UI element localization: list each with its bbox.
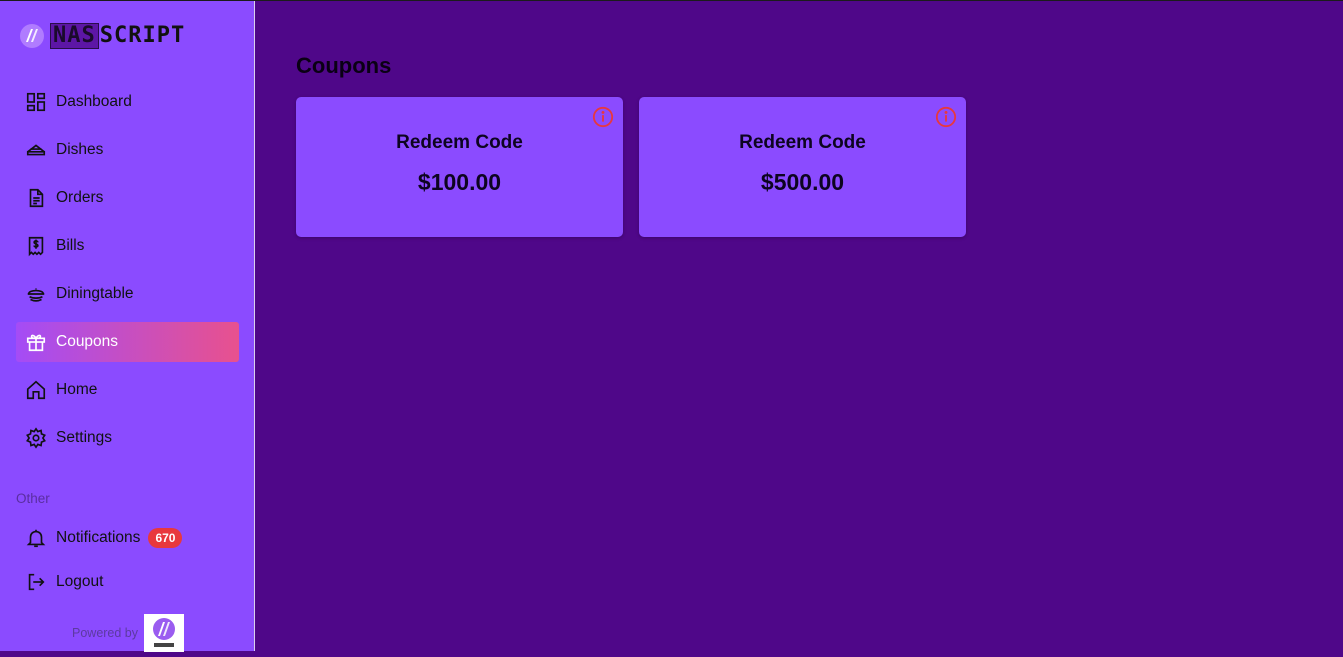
table-icon: [24, 282, 48, 306]
info-icon[interactable]: [592, 106, 614, 128]
sidebar-item-settings[interactable]: Settings: [16, 418, 239, 458]
sidebar-item-label: Notifications: [56, 529, 141, 546]
powered-by-logo: [144, 614, 184, 652]
notification-count-badge: 670: [148, 528, 183, 548]
sidebar-item-coupons[interactable]: Coupons: [16, 322, 239, 362]
home-icon: [24, 378, 48, 402]
sidebar-item-label: Orders: [56, 189, 104, 206]
brand-name-part1: NAS: [50, 23, 99, 49]
sidebar-item-notifications[interactable]: Notifications 670: [16, 518, 239, 558]
brand-mark-icon: [153, 618, 175, 647]
sidebar-item-label: Settings: [56, 429, 113, 446]
gear-icon: [24, 426, 48, 450]
brand-name-part2: SCRIPT: [99, 23, 186, 48]
bell-icon: [24, 526, 48, 550]
sidebar-item-label: Dishes: [56, 141, 104, 158]
sidebar-item-dashboard[interactable]: Dashboard: [16, 82, 239, 122]
coupon-amount: $100.00: [417, 169, 502, 195]
coupon-label: Redeem Code: [739, 132, 866, 153]
section-label-other: Other: [16, 491, 50, 506]
page-title: Coupons: [296, 53, 392, 78]
sidebar-item-label: Bills: [56, 237, 85, 254]
sidebar-item-home[interactable]: Home: [16, 370, 239, 410]
sidebar-item-orders[interactable]: Orders: [16, 178, 239, 218]
sidebar-item-bills[interactable]: Bills: [16, 226, 239, 266]
gift-icon: [24, 330, 48, 354]
sidebar-item-label: Diningtable: [56, 285, 134, 302]
brand-mark-icon: [20, 24, 44, 48]
sidebar-item-diningtable[interactable]: Diningtable: [16, 274, 239, 314]
coupon-amount: $500.00: [760, 169, 845, 195]
dashboard-icon: [24, 90, 48, 114]
info-icon[interactable]: [935, 106, 957, 128]
sidebar-item-label: Dashboard: [56, 93, 132, 110]
receipt-icon: [24, 234, 48, 258]
coupon-card[interactable]: Redeem Code $100.00: [296, 97, 623, 237]
sidebar-item-logout[interactable]: Logout: [16, 562, 239, 602]
sidebar-item-dishes[interactable]: Dishes: [16, 130, 239, 170]
sidebar: NAS SCRIPT Dashboard Dishes Orders Bills…: [0, 1, 255, 652]
sidebar-item-label: Coupons: [56, 333, 119, 350]
sidebar-item-label: Logout: [56, 573, 104, 590]
dish-icon: [24, 138, 48, 162]
coupon-card[interactable]: Redeem Code $500.00: [639, 97, 966, 237]
logout-icon: [24, 570, 48, 594]
document-icon: [24, 186, 48, 210]
brand-logo[interactable]: NAS SCRIPT: [19, 23, 185, 49]
sidebar-item-label: Home: [56, 381, 98, 398]
coupon-label: Redeem Code: [396, 132, 523, 153]
powered-by-text: Powered by: [72, 626, 139, 640]
